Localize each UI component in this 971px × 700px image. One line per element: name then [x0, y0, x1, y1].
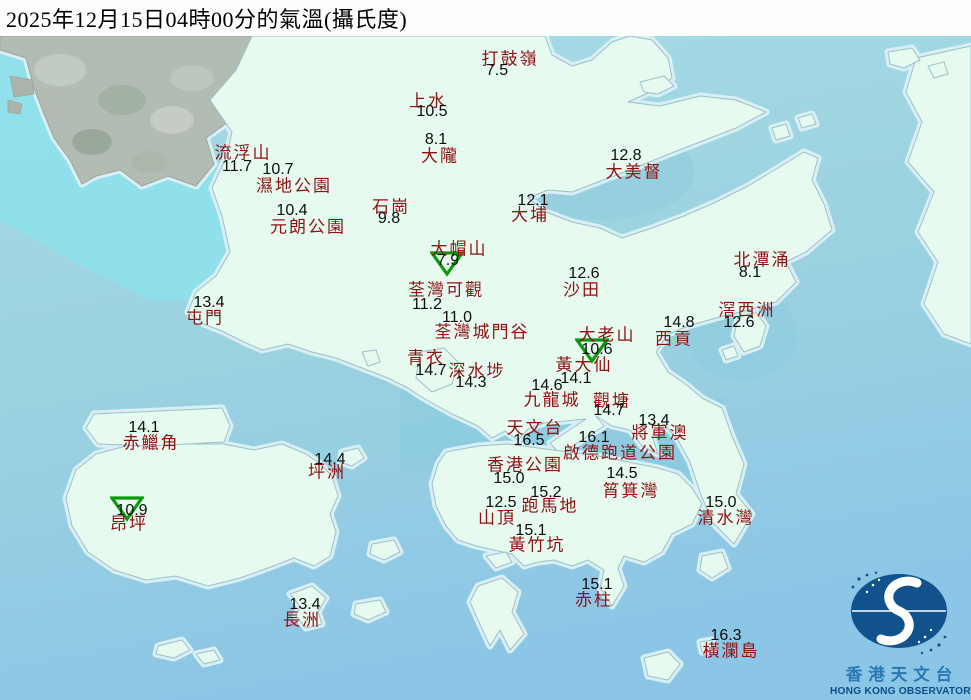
hko-logo-icon	[851, 571, 947, 655]
station-temperature: 16.5	[513, 432, 545, 449]
station-temperature: 10.4	[276, 202, 308, 219]
station-temperature: 14.8	[663, 314, 695, 331]
station-temperature: 13.4	[193, 294, 225, 311]
station-temperature: 14.5	[606, 465, 638, 482]
station-temperature: 10.9	[116, 502, 148, 519]
station-temperature: 15.2	[530, 484, 562, 501]
hko-logo-chinese-name: 香港天文台	[845, 666, 959, 684]
station-temperature: 16.1	[578, 429, 610, 446]
station-temperature: 9.8	[377, 210, 401, 227]
hko-logo: 香港天文台 HONG KONG OBSERVATORY	[830, 571, 971, 697]
station-temperature: 15.0	[493, 470, 525, 487]
page-title: 2025年12月15日04時00分的氣溫(攝氏度)	[6, 7, 408, 32]
station-temperature: 11.0	[442, 309, 472, 326]
station-temperature: 14.1	[128, 419, 160, 436]
station-temperature: 11.7	[222, 158, 252, 175]
station-temperature: 14.4	[314, 451, 346, 468]
station-temperature: 12.6	[723, 314, 755, 331]
station-temperature: 12.6	[568, 265, 600, 282]
station-temperature: 11.2	[412, 296, 442, 313]
station-temperature: 10.5	[416, 103, 448, 120]
station-temperature: 15.1	[581, 576, 613, 593]
title-bar: 2025年12月15日04時00分的氣溫(攝氏度)	[0, 0, 971, 36]
station-temperature: 15.1	[515, 522, 547, 539]
hko-logo-english-name: HONG KONG OBSERVATORY	[830, 686, 971, 697]
station-temperature: 10.6	[581, 341, 613, 358]
station-temperature: 12.5	[485, 494, 517, 511]
station-temperature: 14.1	[560, 370, 592, 387]
station-temperature: 8.1	[424, 131, 448, 148]
station-temperature: 13.4	[638, 412, 670, 429]
station-temperature: 7.9	[436, 252, 460, 269]
station-temperature: 14.7	[415, 362, 447, 379]
stations-layer: 打鼓嶺 7.5 上水 10.5 大隴 8.1 流浮山 11.7 濕地公園 10.7 元朗公園 10.4…	[0, 0, 971, 700]
station-temperature: 10.7	[262, 161, 294, 178]
weather-map-page: { "title": "2025年12月15日04時00分的氣溫(攝氏度)", …	[0, 0, 971, 700]
station-temperature: 14.7	[593, 402, 625, 419]
station-temperature: 14.3	[455, 374, 487, 391]
station-temperature: 15.0	[705, 494, 737, 511]
station-temperature: 8.1	[738, 264, 762, 281]
station-temperature: 12.8	[610, 147, 642, 164]
station-temperature: 13.4	[289, 596, 321, 613]
station-temperature: 16.3	[710, 627, 742, 644]
station-temperature: 14.6	[531, 377, 563, 394]
station-temperature: 7.5	[485, 62, 509, 79]
station-temperature: 12.1	[517, 192, 549, 209]
